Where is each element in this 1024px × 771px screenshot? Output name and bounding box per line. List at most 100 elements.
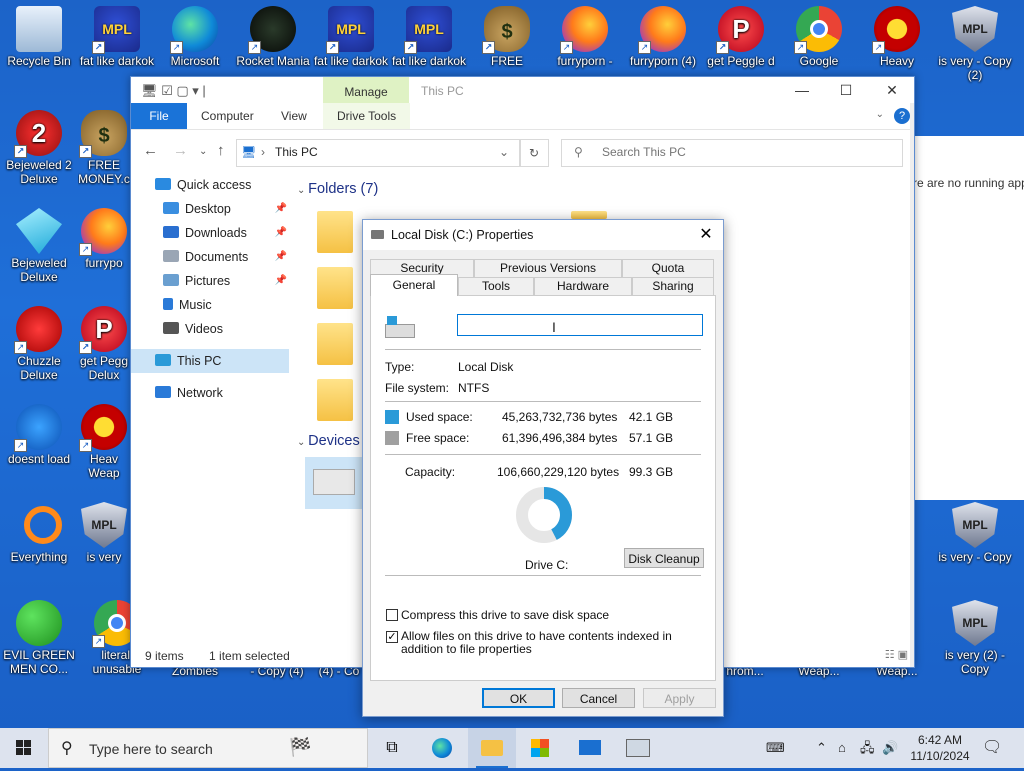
tab-tools[interactable]: Tools (458, 277, 534, 295)
address-bar[interactable]: 🖥 › This PC ⌄ (236, 139, 521, 167)
tab-drive-tools[interactable]: Drive Tools (323, 103, 411, 129)
nav-this-pc[interactable]: This PC (131, 349, 289, 373)
desktop-icon-shortcut[interactable]: MPL ↗ fat like darkok (390, 6, 468, 68)
back-arrow-icon[interactable]: ← (143, 142, 158, 159)
desktop-icon-shortcut[interactable]: ↗ Rocket Mania (234, 6, 312, 68)
tab-file[interactable]: File (131, 103, 187, 129)
folder-icon[interactable] (317, 379, 353, 421)
desktop-icon-shortcut[interactable]: ↗ Heav Weap (78, 404, 130, 480)
desktop-icon-shortcut[interactable]: MPL is very - Copy (2) (936, 6, 1014, 82)
folders-section-header[interactable]: ⌄ Folders (7) (297, 181, 378, 197)
desktop-icon-shortcut[interactable]: ↗ furryporn - (546, 6, 624, 68)
desktop-icon-shortcut[interactable]: EVIL GREEN MEN CO... (0, 600, 78, 676)
expand-ribbon-icon[interactable]: ⌄ (876, 109, 884, 120)
mail-taskbar-icon[interactable] (566, 728, 614, 768)
nav-videos[interactable]: Videos (131, 317, 289, 341)
tab-manage[interactable]: Manage (323, 77, 409, 103)
nav-desktop[interactable]: Desktop 📌 (131, 197, 289, 221)
refresh-button[interactable]: ↻ (519, 139, 549, 167)
file-explorer-taskbar-icon[interactable] (468, 728, 516, 768)
desktop-icon-shortcut[interactable]: MPL ↗ fat like darkok (78, 6, 156, 68)
drive-c-tile[interactable] (305, 457, 365, 509)
desktop-icon-shortcut[interactable]: MPL is very (2) - Copy (936, 600, 1014, 676)
desktop-icon-shortcut[interactable]: ↗ Heavy (858, 6, 936, 68)
tab-quota[interactable]: Quota (622, 259, 714, 277)
volume-icon[interactable]: 🔊 (882, 728, 898, 768)
tab-previous-versions[interactable]: Previous Versions (474, 259, 622, 277)
desktop-icon-shortcut[interactable]: P ↗ get Peggle d (702, 6, 780, 68)
task-view-icon[interactable]: ⧉ (368, 728, 416, 768)
chevron-down-icon[interactable]: ⌄ (499, 145, 509, 159)
notifications-icon[interactable]: 🗨 (982, 728, 1002, 768)
keyboard-icon[interactable]: ⌨ (766, 728, 785, 768)
desktop-icon-shortcut[interactable]: ↗ doesnt load (0, 404, 78, 466)
nav-pictures[interactable]: Pictures 📌 (131, 269, 289, 293)
drive-name-input[interactable] (457, 314, 703, 336)
nav-downloads[interactable]: Downloads 📌 (131, 221, 289, 245)
clock[interactable]: 6:42 AM 11/10/2024 (900, 732, 980, 764)
title-bar[interactable]: 🖥 ☑ ▢ ▾ | Manage This PC — ☐ ✕ (131, 77, 914, 103)
close-button[interactable]: ✕ (869, 79, 915, 101)
store-taskbar-icon[interactable] (516, 728, 564, 768)
apply-button[interactable]: Apply (643, 688, 716, 708)
desktop-icon-everything[interactable]: Everything (0, 502, 78, 564)
help-icon[interactable]: ? (894, 108, 910, 124)
devices-section-header[interactable]: ⌄ Devices (297, 433, 360, 449)
task-manager-taskbar-icon[interactable] (614, 728, 662, 768)
dialog-title-bar[interactable]: Local Disk (C:) Properties ✕ (363, 220, 723, 250)
tab-sharing[interactable]: Sharing (632, 277, 714, 295)
search-input[interactable] (600, 144, 884, 160)
tab-hardware[interactable]: Hardware (534, 277, 632, 295)
desktop-icon-shortcut[interactable]: ↗ furryporn (4) (624, 6, 702, 68)
desktop-icon-shortcut[interactable]: ↗ Chuzzle Deluxe (0, 306, 78, 382)
recent-locations-icon[interactable]: ⌄ (199, 146, 207, 157)
ok-button[interactable]: OK (482, 688, 555, 708)
desktop-icon-shortcut[interactable]: $ ↗ FREE (468, 6, 546, 68)
network-icon[interactable]: 🖧 (860, 728, 875, 768)
desktop-icon-shortcut[interactable]: P ↗ get Pegg Delux (78, 306, 130, 382)
folder-icon[interactable] (317, 267, 353, 309)
desktop-icon-shortcut[interactable]: MPL is very - Copy (936, 502, 1014, 564)
start-button[interactable] (0, 728, 48, 768)
nav-network[interactable]: Network (131, 381, 289, 405)
search-highlight-icon[interactable]: 🏁 (289, 737, 311, 758)
folder-icon[interactable] (317, 211, 353, 253)
edge-taskbar-icon[interactable] (418, 728, 466, 768)
forward-arrow-icon[interactable]: → (173, 142, 188, 159)
show-hidden-icons-chevron-icon[interactable]: ⌃ (816, 728, 827, 768)
desktop-icon-shortcut[interactable]: $ ↗ FREE MONEY.c (78, 110, 130, 186)
desktop-icon-shortcut[interactable]: MPL ↗ fat like darkok (312, 6, 390, 68)
nav-quick-access[interactable]: Quick access (131, 173, 289, 197)
desktop-icon-recycle-bin[interactable]: Recycle Bin (0, 6, 78, 68)
desktop-icon-shortcut[interactable]: ↗ Microsoft (156, 6, 234, 68)
desktop-icon-shortcut[interactable]: ↗ Google (780, 6, 858, 68)
nav-music[interactable]: Music (131, 293, 289, 317)
up-arrow-icon[interactable]: ↑ (217, 142, 225, 159)
scrollbar[interactable] (910, 103, 914, 667)
close-icon[interactable]: ✕ (695, 224, 717, 246)
taskbar-search-box[interactable]: ⚲ Type here to search 🏁 (48, 728, 368, 768)
task-manager-window[interactable]: re are no running app (913, 136, 1024, 500)
desktop-icon-shortcut[interactable]: Bejeweled Deluxe (0, 208, 78, 284)
disk-cleanup-button[interactable]: Disk Cleanup (624, 548, 704, 568)
tab-general[interactable]: General (370, 274, 458, 296)
folder-icon[interactable] (571, 211, 607, 219)
properties-dialog[interactable]: Local Disk (C:) Properties ✕ Security Pr… (362, 219, 724, 717)
folder-icon[interactable] (317, 323, 353, 365)
time: 6:42 AM (917, 733, 963, 747)
view-toggle-icons[interactable]: ☷ ▣ (885, 648, 908, 661)
nav-documents[interactable]: Documents 📌 (131, 245, 289, 269)
tab-view[interactable]: View (281, 103, 307, 129)
desktop-icon-shortcut[interactable]: MPL is very (78, 502, 130, 564)
minimize-button[interactable]: — (779, 79, 825, 101)
meet-now-icon[interactable]: ⌂ (838, 728, 846, 768)
compress-checkbox[interactable] (386, 609, 398, 621)
index-checkbox[interactable]: ✓ (386, 631, 398, 643)
quick-access-toolbar[interactable]: 🖥 ☑ ▢ ▾ | (141, 83, 206, 99)
cancel-button[interactable]: Cancel (562, 688, 635, 708)
search-box[interactable]: ⚲ (561, 139, 903, 167)
desktop-icon-shortcut[interactable]: ↗ furrypo (78, 208, 130, 270)
maximize-button[interactable]: ☐ (823, 79, 869, 101)
tab-computer[interactable]: Computer (201, 103, 254, 129)
desktop-icon-shortcut[interactable]: 2 ↗ Bejeweled 2 Deluxe (0, 110, 78, 186)
